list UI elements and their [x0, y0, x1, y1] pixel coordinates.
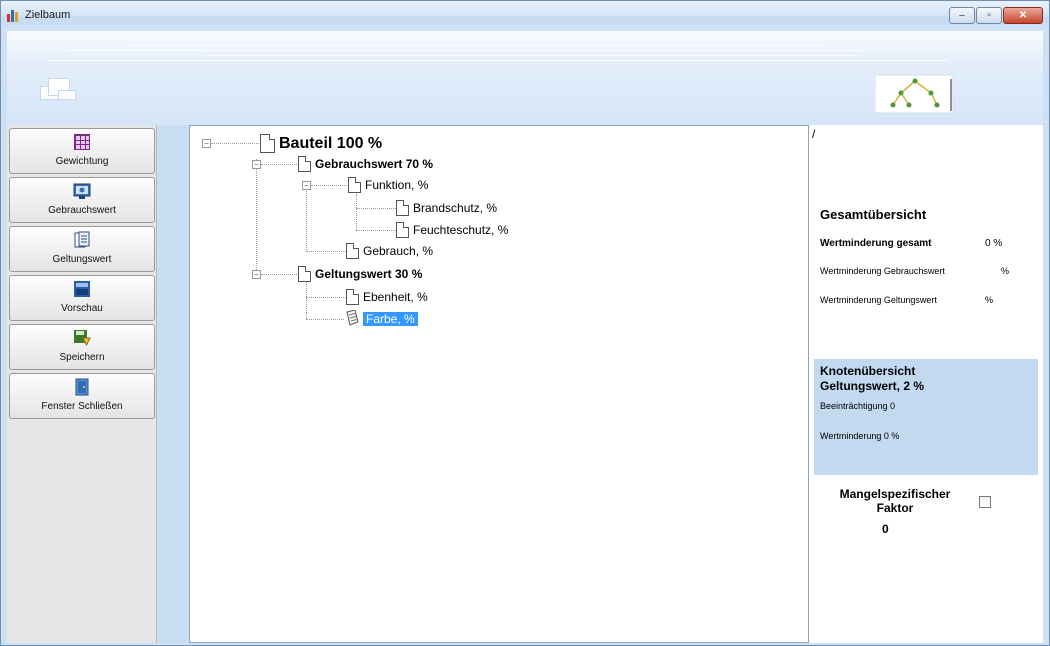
close-button[interactable]: ✕: [1003, 7, 1043, 24]
minimize-button[interactable]: –: [949, 7, 975, 24]
title-bar[interactable]: Zielbaum – ▫ ✕: [1, 1, 1049, 31]
details-panel: / Gesamtübersicht Wertminderung gesamt 0…: [809, 125, 1043, 643]
tree-node-ebenheit-label: Ebenheit, %: [363, 290, 428, 304]
impairment-value: Beeinträchtigung 0: [820, 401, 896, 411]
geltungswert-label: Geltungswert: [52, 254, 112, 265]
tree-node-root[interactable]: Bauteil 100 %: [260, 134, 382, 153]
preview-icon: [74, 281, 90, 297]
document-icon: [74, 231, 90, 248]
tree-node-ebenheit[interactable]: Ebenheit, %: [346, 289, 428, 305]
document-icon: [298, 156, 311, 172]
app-icon: [7, 10, 21, 22]
node-overview-node: Geltungswert, 2 %: [820, 379, 925, 393]
tree-node-feuchteschutz-label: Feuchteschutz, %: [413, 223, 509, 237]
collapse-geltungswert-icon[interactable]: −: [252, 270, 261, 279]
vorschau-label: Vorschau: [61, 303, 103, 314]
node-overview-title: Knotenübersicht: [820, 364, 916, 378]
document-icon: [346, 289, 359, 305]
gebrauchswert-depreciation-label: Wertminderung Gebrauchswert: [820, 266, 945, 276]
gewichtung-button[interactable]: Gewichtung: [9, 128, 155, 174]
cursor-marker: /: [812, 127, 816, 141]
fenster-schliessen-label: Fenster Schließen: [41, 401, 123, 412]
splitter-area: [158, 125, 189, 643]
tree-node-funktion[interactable]: Funktion, %: [348, 177, 428, 193]
vorschau-button[interactable]: Vorschau: [9, 275, 155, 321]
tree-view[interactable]: − − − − Bauteil 100 % Gebrauchswert 70 %…: [189, 125, 809, 643]
maximize-button[interactable]: ▫: [976, 7, 1002, 24]
tree-node-brandschutz-label: Brandschutz, %: [413, 201, 498, 215]
defect-factor-label-line2: Faktor: [876, 501, 914, 515]
tree-node-brandschutz[interactable]: Brandschutz, %: [396, 200, 497, 216]
document-icon: [260, 134, 275, 153]
tree-node-root-label: Bauteil 100 %: [279, 134, 383, 152]
document-icon: [396, 222, 409, 238]
defect-factor-checkbox[interactable]: [979, 496, 991, 508]
weighting-icon: [74, 134, 90, 150]
summary-title: Gesamtübersicht: [820, 207, 927, 222]
tree-node-farbe-label: Farbe, %: [363, 311, 418, 326]
save-icon: [74, 330, 91, 347]
gebrauchswert-label: Gebrauchswert: [48, 205, 116, 216]
collapse-root-icon[interactable]: −: [202, 139, 211, 148]
defect-factor-label-line1: Mangelspezifischer: [839, 487, 951, 501]
fenster-schliessen-button[interactable]: Fenster Schließen: [9, 373, 155, 419]
tree-node-gebrauch[interactable]: Gebrauch, %: [346, 243, 433, 259]
tree-node-farbe[interactable]: Farbe, %: [344, 310, 418, 327]
edit-document-icon: [346, 310, 359, 326]
tree-structure-icon: [875, 74, 954, 114]
document-icon: [298, 266, 311, 282]
tree-node-geltungswert-label: Geltungswert 30 %: [315, 267, 423, 281]
node-overview-panel: Knotenübersicht Geltungswert, 2 % Beeint…: [814, 359, 1038, 475]
header-banner: [7, 31, 1043, 125]
geltungswert-button[interactable]: Geltungswert: [9, 226, 155, 272]
gebrauchswert-button[interactable]: Gebrauchswert: [9, 177, 155, 223]
tree-node-geltungswert[interactable]: Geltungswert 30 %: [298, 266, 422, 282]
exit-door-icon: [75, 378, 89, 396]
monitor-icon: [73, 183, 91, 199]
collapse-gebrauchswert-icon[interactable]: −: [252, 160, 261, 169]
defect-factor-label: Mangelspezifischer Faktor: [820, 487, 970, 515]
node-depreciation-value: Wertminderung 0 %: [820, 431, 900, 441]
collapse-funktion-icon[interactable]: −: [302, 181, 311, 190]
tree-node-funktion-label: Funktion, %: [365, 178, 429, 192]
gewichtung-label: Gewichtung: [55, 156, 109, 167]
document-icon: [396, 200, 409, 216]
window-title: Zielbaum: [25, 9, 71, 21]
geltungswert-depreciation-label: Wertminderung Geltungswert: [820, 295, 937, 305]
geltungswert-depreciation-value: %: [985, 295, 994, 305]
speichern-label: Speichern: [59, 352, 105, 363]
speichern-button[interactable]: Speichern: [9, 324, 155, 370]
tree-node-feuchteschutz[interactable]: Feuchteschutz, %: [396, 222, 508, 238]
total-depreciation-label: Wertminderung gesamt: [820, 238, 932, 249]
tree-node-gebrauchswert[interactable]: Gebrauchswert 70 %: [298, 156, 433, 172]
total-depreciation-value: 0 %: [985, 238, 1003, 249]
gebrauchswert-depreciation-value: %: [1001, 266, 1010, 276]
main-window: Zielbaum – ▫ ✕ Gewichtung Gebrauchswert …: [0, 0, 1050, 646]
document-icon: [346, 243, 359, 259]
tree-node-gebrauch-label: Gebrauch, %: [363, 244, 434, 258]
sidebar: Gewichtung Gebrauchswert Geltungswert Vo…: [7, 125, 157, 643]
defect-factor-value: 0: [882, 522, 889, 536]
tree-node-gebrauchswert-label: Gebrauchswert 70 %: [315, 157, 434, 171]
document-icon: [348, 177, 361, 193]
